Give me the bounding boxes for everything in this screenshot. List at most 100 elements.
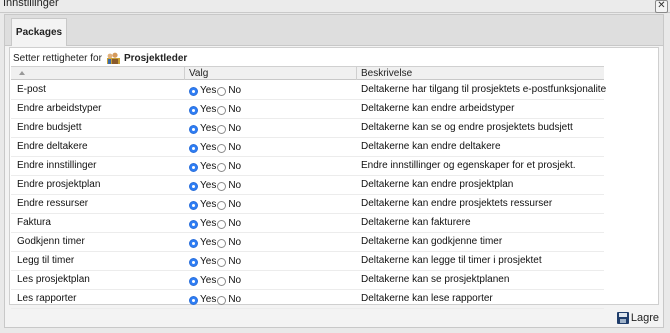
no-radio[interactable] xyxy=(217,181,227,191)
permission-choice: Yes No xyxy=(189,195,355,213)
floppy-disk-icon xyxy=(616,312,629,324)
yes-radio[interactable] xyxy=(189,105,198,115)
group-users-icon xyxy=(106,52,121,64)
permission-name: Endre prosjektplan xyxy=(17,179,101,190)
permission-choice: Yes No xyxy=(189,233,355,251)
yes-radio[interactable] xyxy=(189,238,198,248)
yes-radio[interactable] xyxy=(189,257,198,267)
tab-packages[interactable]: Packages xyxy=(11,18,67,46)
settings-panel: Packages Setter rettigheter for Prosjekt… xyxy=(4,14,664,328)
table-row: Les prosjektplan Yes No Deltakerne kan se p… xyxy=(11,271,604,290)
no-radio[interactable] xyxy=(217,238,227,248)
no-radio[interactable] xyxy=(217,143,227,153)
permission-choice: Yes No xyxy=(189,176,355,194)
permission-name: Endre ressurser xyxy=(17,198,89,209)
permission-description: Deltakerne kan endre deltakere xyxy=(361,141,501,152)
yes-radio[interactable] xyxy=(189,200,198,210)
permission-description: Deltakerne kan godkjenne timer xyxy=(361,236,503,247)
role-name: Prosjektleder xyxy=(123,52,188,64)
table-row: Les rapporter Yes No Deltakerne kan lese ra… xyxy=(11,290,604,309)
no-label[interactable]: No xyxy=(228,291,241,308)
yes-label[interactable]: Yes xyxy=(200,291,216,308)
save-button[interactable]: Lagre xyxy=(616,312,659,324)
no-label[interactable]: No xyxy=(228,158,241,175)
permissions-content: Setter rettigheter for Prosjektleder Val… xyxy=(9,47,659,309)
permission-description: Deltakerne kan se og endre prosjektets b… xyxy=(361,122,573,133)
permission-choice: Yes No xyxy=(189,271,355,289)
no-label[interactable]: No xyxy=(228,253,241,270)
no-label[interactable]: No xyxy=(228,215,241,232)
yes-label[interactable]: Yes xyxy=(200,234,216,251)
permission-description: Endre innstillinger og egenskaper for et… xyxy=(361,160,576,171)
permission-description: Deltakerne kan endre prosjektplan xyxy=(361,179,514,190)
tab-strip: Packages xyxy=(5,15,663,46)
save-label: Lagre xyxy=(630,312,659,324)
permission-name: Endre deltakere xyxy=(17,141,88,152)
yes-label[interactable]: Yes xyxy=(200,215,216,232)
close-icon[interactable]: ✕ xyxy=(655,0,668,13)
grid-right-area xyxy=(606,65,658,304)
permission-choice: Yes No xyxy=(189,157,355,175)
yes-radio[interactable] xyxy=(189,124,198,134)
table-row: Endre arbeidstyper Yes No Deltakerne kan en… xyxy=(11,100,604,119)
permission-description: Deltakerne har tilgang til prosjektets e… xyxy=(361,84,606,95)
permission-choice: Yes No xyxy=(189,138,355,156)
permission-name: Les rapporter xyxy=(17,293,77,304)
no-radio[interactable] xyxy=(217,86,227,96)
permission-rows: E-post Yes No Deltakerne har tilgang til pr… xyxy=(11,81,606,309)
no-label[interactable]: No xyxy=(228,120,241,137)
yes-label[interactable]: Yes xyxy=(200,139,216,156)
permission-choice: Yes No xyxy=(189,290,355,308)
no-radio[interactable] xyxy=(217,257,227,267)
no-label[interactable]: No xyxy=(228,101,241,118)
yes-label[interactable]: Yes xyxy=(200,120,216,137)
yes-label[interactable]: Yes xyxy=(200,253,216,270)
sort-arrow-icon[interactable] xyxy=(19,71,25,75)
table-row: Endre prosjektplan Yes No Deltakerne kan en… xyxy=(11,176,604,195)
yes-radio[interactable] xyxy=(189,86,198,96)
no-label[interactable]: No xyxy=(228,82,241,99)
table-row: E-post Yes No Deltakerne har tilgang til pr… xyxy=(11,81,606,100)
yes-label[interactable]: Yes xyxy=(200,272,216,289)
no-radio[interactable] xyxy=(217,200,227,210)
permission-name: Endre budsjett xyxy=(17,122,82,133)
yes-radio[interactable] xyxy=(189,162,198,172)
title-bar: Innstillinger ✕ xyxy=(0,0,670,13)
yes-radio[interactable] xyxy=(189,219,198,229)
no-radio[interactable] xyxy=(217,276,227,286)
no-radio[interactable] xyxy=(217,219,227,229)
permission-description: Deltakerne kan endre arbeidstyper xyxy=(361,103,515,114)
no-radio[interactable] xyxy=(217,162,227,172)
no-label[interactable]: No xyxy=(228,196,241,213)
permission-name: Endre arbeidstyper xyxy=(17,103,102,114)
window-title: Innstillinger xyxy=(3,0,59,9)
no-label[interactable]: No xyxy=(228,139,241,156)
column-header-valg[interactable]: Valg xyxy=(185,67,357,80)
yes-radio[interactable] xyxy=(189,295,198,305)
no-label[interactable]: No xyxy=(228,234,241,251)
permission-name: Godkjenn timer xyxy=(17,236,85,247)
column-header-name[interactable] xyxy=(11,67,185,80)
permission-description: Deltakerne kan fakturere xyxy=(361,217,471,228)
no-radio[interactable] xyxy=(217,295,227,305)
yes-label[interactable]: Yes xyxy=(200,158,216,175)
permission-name: Les prosjektplan xyxy=(17,274,90,285)
no-label[interactable]: No xyxy=(228,177,241,194)
permission-description: Deltakerne kan endre prosjektets ressurs… xyxy=(361,198,553,209)
table-row: Godkjenn timer Yes No Deltakerne kan godkje… xyxy=(11,233,604,252)
setter-prefix: Setter rettigheter for xyxy=(13,52,102,64)
no-radio[interactable] xyxy=(217,105,227,115)
yes-radio[interactable] xyxy=(189,181,198,191)
yes-radio[interactable] xyxy=(189,276,198,286)
yes-label[interactable]: Yes xyxy=(200,177,216,194)
table-row: Legg til timer Yes No Deltakerne kan legge … xyxy=(11,252,604,271)
column-header-beskrivelse[interactable]: Beskrivelse xyxy=(357,67,608,80)
no-radio[interactable] xyxy=(217,124,227,134)
yes-label[interactable]: Yes xyxy=(200,101,216,118)
no-label[interactable]: No xyxy=(228,272,241,289)
yes-label[interactable]: Yes xyxy=(200,82,216,99)
permission-choice: Yes No xyxy=(189,214,355,232)
yes-radio[interactable] xyxy=(189,143,198,153)
yes-label[interactable]: Yes xyxy=(200,196,216,213)
permission-choice: Yes No xyxy=(189,81,355,99)
